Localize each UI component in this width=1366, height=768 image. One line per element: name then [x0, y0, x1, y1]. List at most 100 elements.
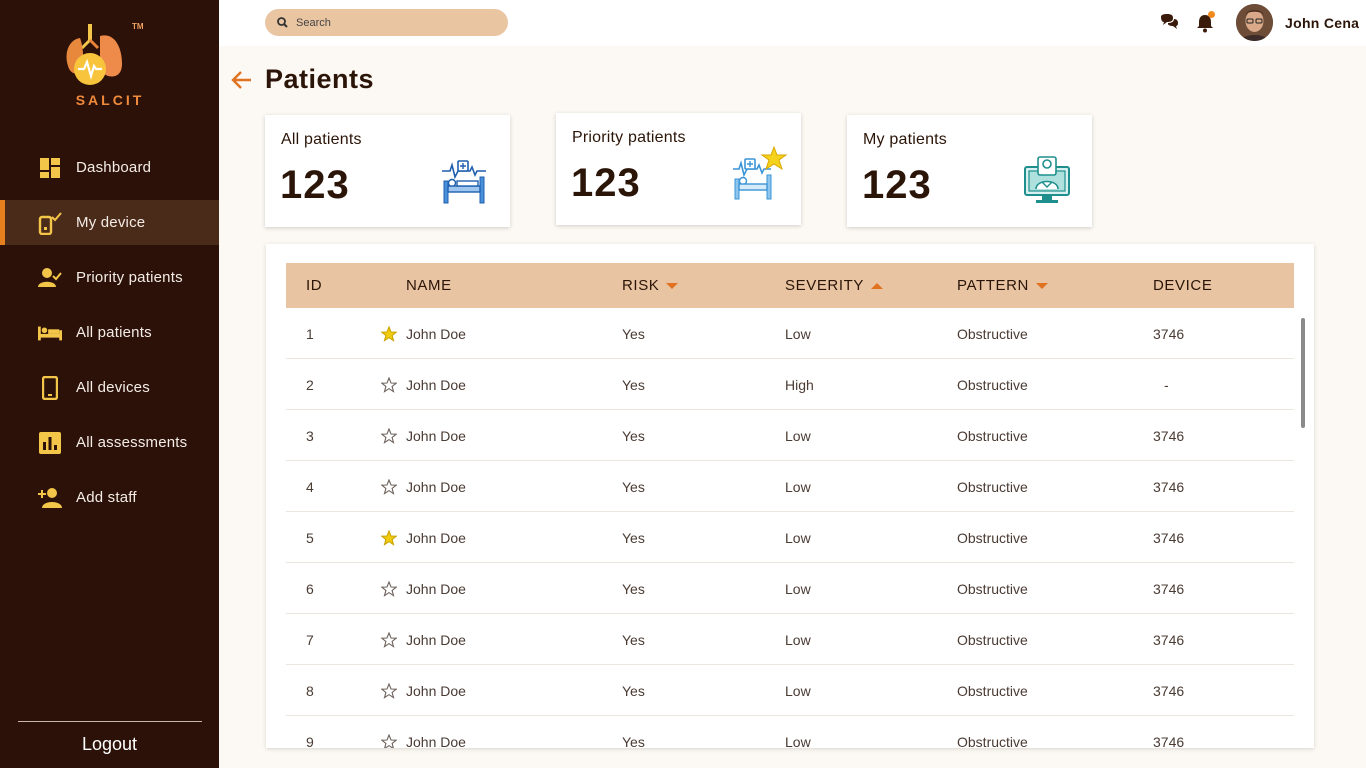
- star-outline-icon[interactable]: [381, 682, 397, 699]
- bed-icon: [38, 321, 62, 345]
- column-header-device[interactable]: DEVICE: [1153, 263, 1212, 308]
- card-label: My patients: [863, 131, 948, 148]
- sidebar-item-dashboard[interactable]: Dashboard: [0, 145, 219, 190]
- sidebar-item-label: All patients: [76, 324, 152, 341]
- table-row[interactable]: 6 John Doe Yes Low Obstructive 3746: [286, 563, 1294, 614]
- sort-descending-icon[interactable]: [1035, 282, 1048, 289]
- cell-id: 5: [306, 529, 314, 546]
- table-row[interactable]: 1 John Doe Yes Low Obstructive 3746: [286, 308, 1294, 359]
- sort-ascending-icon[interactable]: [871, 282, 883, 289]
- star-outline-icon[interactable]: [381, 427, 397, 444]
- sidebar-item-label: Priority patients: [76, 269, 183, 286]
- card-all-patients[interactable]: All patients 123: [265, 115, 510, 227]
- cell-id: 8: [306, 682, 314, 699]
- sidebar-item-label: All assessments: [76, 434, 188, 451]
- sidebar-item-all-devices[interactable]: All devices: [0, 365, 219, 410]
- table-body: 1 John Doe Yes Low Obstructive 3746 2 John Doe Y…: [286, 308, 1294, 748]
- sidebar-item-label: Add staff: [76, 489, 137, 506]
- trademark: TM: [132, 22, 144, 31]
- device-check-icon: [38, 211, 62, 235]
- column-header-name[interactable]: NAME: [406, 263, 452, 308]
- star-filled-icon[interactable]: [381, 529, 397, 546]
- patient-name[interactable]: John Doe: [406, 479, 466, 495]
- patient-name[interactable]: John Doe: [406, 632, 466, 648]
- cell-risk: Yes: [622, 529, 645, 546]
- table-row[interactable]: 2 John Doe Yes High Obstructive -: [286, 359, 1294, 410]
- cell-severity: Low: [785, 478, 811, 495]
- cell-name: John Doe: [381, 308, 466, 359]
- chat-button[interactable]: [1159, 13, 1179, 33]
- cell-severity: Low: [785, 529, 811, 546]
- salcit-logo[interactable]: TM SALCIT: [60, 18, 160, 113]
- sidebar-item-all-patients[interactable]: All patients: [0, 310, 219, 355]
- table-row[interactable]: 5 John Doe Yes Low Obstructive 3746: [286, 512, 1294, 563]
- cell-id: 2: [306, 376, 314, 393]
- sidebar-item-label: All devices: [76, 379, 150, 396]
- notifications-button[interactable]: [1196, 11, 1216, 33]
- sidebar-item-add-staff[interactable]: Add staff: [0, 475, 219, 520]
- sidebar-item-priority-patients[interactable]: Priority patients: [0, 255, 219, 300]
- sort-descending-icon[interactable]: [666, 282, 679, 289]
- star-filled-icon[interactable]: [381, 325, 397, 342]
- cell-pattern: Obstructive: [957, 733, 1028, 749]
- table-row[interactable]: 7 John Doe Yes Low Obstructive 3746: [286, 614, 1294, 665]
- page-title: Patients: [265, 64, 375, 94]
- user-avatar-icon: [1236, 4, 1273, 41]
- card-count: 123: [862, 163, 932, 207]
- avatar[interactable]: [1236, 4, 1273, 41]
- cell-risk: Yes: [622, 631, 645, 648]
- cell-pattern: Obstructive: [957, 325, 1028, 342]
- cell-risk: Yes: [622, 325, 645, 342]
- star-outline-icon[interactable]: [381, 733, 397, 749]
- cell-name: John Doe: [381, 512, 466, 563]
- sidebar-item-my-device[interactable]: My device: [0, 200, 219, 245]
- star-outline-icon[interactable]: [381, 478, 397, 495]
- cell-device: 3746: [1153, 427, 1185, 444]
- table-row[interactable]: 3 John Doe Yes Low Obstructive 3746: [286, 410, 1294, 461]
- patient-name[interactable]: John Doe: [406, 377, 466, 393]
- sidebar-item-all-assessments[interactable]: All assessments: [0, 420, 219, 465]
- cell-pattern: Obstructive: [957, 682, 1028, 699]
- star-outline-icon[interactable]: [381, 631, 397, 648]
- search-input[interactable]: [296, 16, 496, 29]
- column-header-id[interactable]: ID: [306, 263, 322, 308]
- patient-name[interactable]: John Doe: [406, 326, 466, 342]
- logout-button[interactable]: Logout: [0, 734, 219, 755]
- sidebar-item-label: My device: [76, 214, 146, 231]
- cell-device: 3746: [1153, 733, 1185, 749]
- phone-icon: [38, 375, 62, 400]
- cell-id: 9: [306, 733, 314, 749]
- patient-name[interactable]: John Doe: [406, 581, 466, 597]
- cell-name: John Doe: [381, 461, 466, 512]
- patient-name[interactable]: John Doe: [406, 428, 466, 444]
- topbar: John Cena: [219, 0, 1366, 46]
- table-scrollbar[interactable]: [1301, 318, 1305, 428]
- cell-risk: Yes: [622, 580, 645, 597]
- cell-pattern: Obstructive: [957, 376, 1028, 393]
- column-header-pattern[interactable]: PATTERN: [957, 263, 1048, 308]
- bar-chart-icon: [38, 431, 62, 455]
- card-count: 123: [280, 163, 350, 207]
- search-bar[interactable]: [265, 9, 508, 36]
- notification-dot: [1208, 11, 1215, 18]
- star-outline-icon[interactable]: [381, 580, 397, 597]
- table-row[interactable]: 4 John Doe Yes Low Obstructive 3746: [286, 461, 1294, 512]
- column-header-risk[interactable]: RISK: [622, 263, 679, 308]
- card-my-patients[interactable]: My patients 123: [847, 115, 1092, 227]
- column-header-severity[interactable]: SEVERITY: [785, 263, 883, 308]
- star-outline-icon[interactable]: [381, 376, 397, 393]
- patient-name[interactable]: John Doe: [406, 683, 466, 699]
- cell-severity: Low: [785, 682, 811, 699]
- back-button[interactable]: [230, 68, 254, 92]
- card-priority-patients[interactable]: Priority patients 123: [556, 113, 801, 225]
- patient-name[interactable]: John Doe: [406, 530, 466, 546]
- cell-device: -: [1164, 376, 1169, 393]
- patient-name[interactable]: John Doe: [406, 734, 466, 749]
- table-header: ID NAME RISK SEVERITY PATTERN DEVICE: [286, 263, 1294, 308]
- cell-name: John Doe: [381, 563, 466, 614]
- cell-id: 4: [306, 478, 314, 495]
- user-name[interactable]: John Cena: [1285, 15, 1359, 31]
- cell-pattern: Obstructive: [957, 529, 1028, 546]
- table-row[interactable]: 9 John Doe Yes Low Obstructive 3746: [286, 716, 1294, 748]
- table-row[interactable]: 8 John Doe Yes Low Obstructive 3746: [286, 665, 1294, 716]
